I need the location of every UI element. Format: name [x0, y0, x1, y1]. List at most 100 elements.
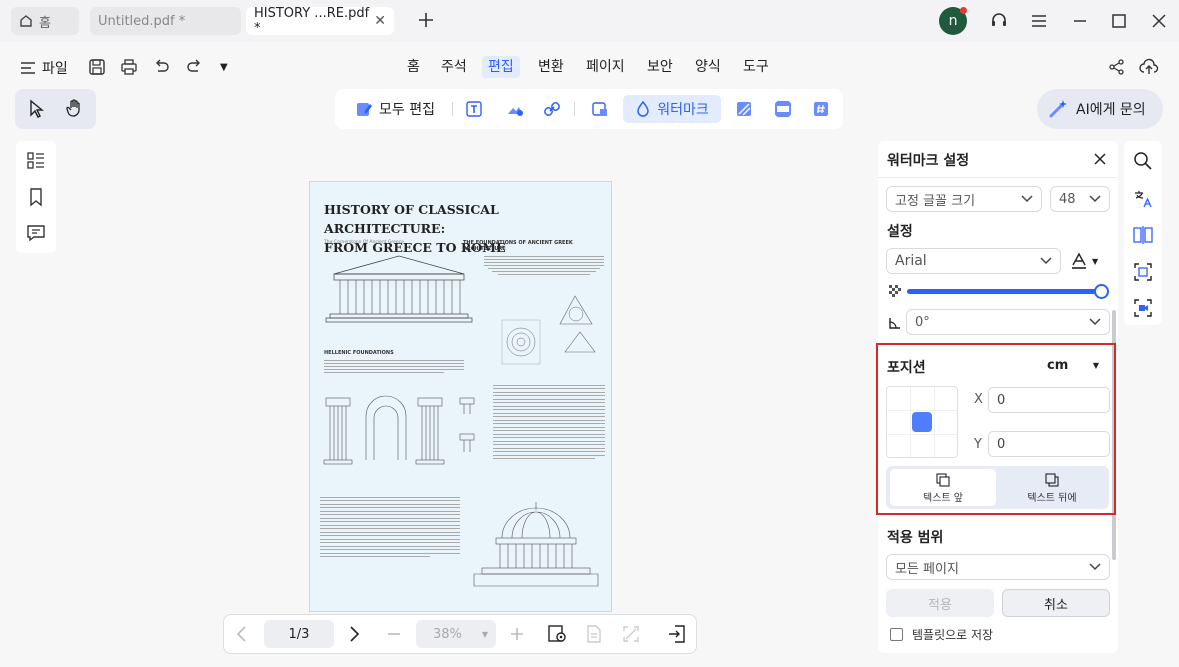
menu-edit[interactable]: 편집: [482, 56, 520, 78]
file-menu-button[interactable]: 파일: [20, 58, 68, 78]
bates-number-icon[interactable]: [812, 100, 830, 118]
behind-text-option[interactable]: 텍스트 뒤에: [999, 469, 1105, 506]
single-page-icon[interactable]: [585, 624, 603, 644]
tab-home[interactable]: 홈: [11, 7, 79, 35]
tab-untitled[interactable]: Untitled.pdf *: [90, 7, 241, 35]
close-window-icon[interactable]: [1151, 13, 1167, 29]
zoom-out-icon[interactable]: [386, 625, 402, 643]
toolbar-divider: [452, 102, 453, 116]
add-image-icon[interactable]: [506, 100, 524, 118]
edit-all-icon: [357, 103, 372, 116]
close-panel-icon[interactable]: [1092, 151, 1108, 167]
position-center-cell[interactable]: [912, 412, 932, 432]
y-offset-value: 0: [997, 436, 1006, 452]
close-tab-icon[interactable]: ✕: [374, 13, 386, 29]
font-family-select[interactable]: Arial: [886, 248, 1061, 274]
menu-page[interactable]: 페이지: [586, 56, 625, 78]
apply-scope-select[interactable]: 모든 페이지: [886, 554, 1110, 580]
ask-ai-label: AI에게 문의: [1076, 102, 1146, 118]
fullscreen-icon[interactable]: [622, 624, 640, 644]
menu-annotate[interactable]: 주석: [441, 56, 467, 78]
rotation-select[interactable]: 0°: [906, 309, 1110, 335]
save-template-checkbox[interactable]: [890, 628, 903, 641]
headset-icon[interactable]: [989, 11, 1009, 31]
fit-page-icon[interactable]: [667, 624, 687, 644]
font-size-value: 48: [1059, 191, 1076, 207]
cloud-upload-icon[interactable]: [1139, 57, 1159, 77]
hamburger-menu-icon[interactable]: [1031, 13, 1047, 29]
opacity-slider-thumb[interactable]: [1094, 284, 1109, 299]
save-icon[interactable]: [88, 58, 106, 76]
font-family-value: Arial: [895, 253, 927, 269]
add-text-icon[interactable]: [466, 100, 484, 118]
ocr-scan-icon[interactable]: [1133, 262, 1153, 282]
in-front-of-text-option[interactable]: 텍스트 앞: [890, 469, 996, 506]
page-number-value: 1/3: [288, 626, 310, 642]
header-footer-icon[interactable]: [774, 100, 792, 118]
ask-ai-button[interactable]: AI에게 문의: [1037, 89, 1163, 129]
add-link-icon[interactable]: [543, 100, 561, 118]
hand-tool-icon[interactable]: [65, 98, 85, 118]
background-icon[interactable]: [735, 100, 753, 118]
menu-form[interactable]: 양식: [695, 56, 721, 78]
apply-button[interactable]: 적용: [886, 589, 994, 617]
watermark-label: 워터마크: [657, 102, 709, 118]
maximize-icon[interactable]: [1111, 13, 1127, 29]
apply-button-label: 적용: [928, 597, 952, 613]
zoom-value: 38%: [433, 626, 462, 642]
prev-page-icon[interactable]: [234, 625, 250, 643]
font-size-mode-select[interactable]: 고정 글꼴 크기: [886, 186, 1042, 212]
zoom-select[interactable]: 38% ▼: [416, 620, 496, 648]
screen-record-icon[interactable]: [1133, 298, 1153, 318]
crop-page-icon[interactable]: [591, 100, 609, 118]
compare-icon[interactable]: [1133, 225, 1153, 245]
translate-icon[interactable]: [1133, 189, 1153, 209]
menu-tools[interactable]: 도구: [743, 56, 769, 78]
cancel-button[interactable]: 취소: [1002, 589, 1110, 617]
zoom-in-icon[interactable]: [509, 625, 525, 643]
page-number-field[interactable]: 1/3: [264, 620, 334, 648]
watermark-button[interactable]: 워터마크: [623, 95, 721, 123]
intro-paragraph-placeholder: [484, 254, 604, 277]
tab-history[interactable]: HISTORY ...RE.pdf * ✕: [246, 6, 394, 36]
view-mode-icon[interactable]: [547, 624, 569, 644]
share-icon[interactable]: [1108, 58, 1126, 76]
new-tab-icon[interactable]: [416, 10, 436, 30]
x-offset-input[interactable]: 0: [988, 387, 1110, 413]
bookmark-icon[interactable]: [26, 187, 46, 207]
layer-front-icon: [936, 473, 950, 487]
unit-select[interactable]: cm ▼: [1047, 358, 1099, 373]
position-grid[interactable]: [886, 386, 958, 458]
pdf-page[interactable]: HISTORY OF CLASSICAL ARCHITECTURE: FROM …: [309, 181, 612, 612]
redo-icon[interactable]: [185, 58, 203, 76]
menu-convert[interactable]: 변환: [538, 56, 564, 78]
minimize-icon[interactable]: [1072, 13, 1088, 29]
tab-untitled-label: Untitled.pdf *: [98, 13, 186, 29]
chevron-down-icon: [1089, 195, 1101, 203]
in-front-of-text-label: 텍스트 앞: [923, 493, 963, 504]
panel-title: 워터마크 설정: [887, 153, 970, 169]
quick-access-dropdown-icon[interactable]: ▼: [220, 62, 228, 73]
thumbnails-icon[interactable]: [26, 151, 46, 171]
dome-illustration: [473, 502, 599, 587]
select-arrow-icon[interactable]: [28, 99, 46, 119]
opacity-slider-track[interactable]: [907, 289, 1102, 294]
y-offset-input[interactable]: 0: [988, 431, 1110, 457]
save-template-label: 템플릿으로 저장: [912, 628, 994, 642]
menu-home[interactable]: 홈: [407, 56, 420, 78]
edit-all-button[interactable]: 모두 편집: [349, 95, 441, 123]
watermark-drop-icon: [637, 100, 649, 117]
font-size-select[interactable]: 48: [1050, 186, 1110, 212]
text-color-button[interactable]: ▼: [1070, 252, 1098, 270]
color-dropdown-icon: ▼: [1092, 256, 1099, 266]
undo-icon[interactable]: [153, 58, 171, 76]
font-size-mode-value: 고정 글꼴 크기: [895, 193, 976, 209]
menu-security[interactable]: 보안: [647, 56, 673, 78]
rotation-icon: [888, 316, 902, 330]
print-icon[interactable]: [120, 58, 138, 76]
search-icon[interactable]: [1133, 151, 1153, 171]
next-page-icon[interactable]: [346, 625, 362, 643]
toolbar-divider: [574, 102, 575, 116]
home-icon: [19, 14, 33, 28]
comment-icon[interactable]: [26, 223, 46, 243]
